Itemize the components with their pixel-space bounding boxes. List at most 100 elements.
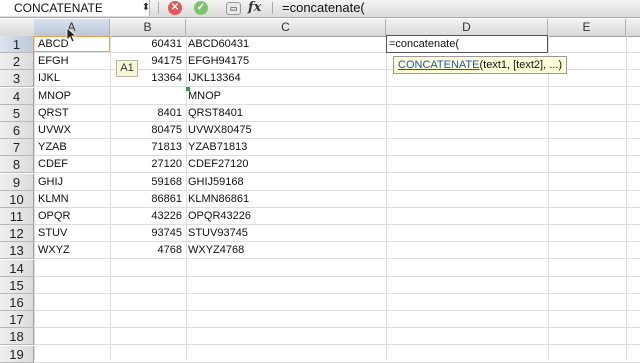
name-box-dropdown-icon[interactable]: ⬍ [140, 0, 152, 16]
row-header[interactable]: 12 [0, 225, 34, 242]
insert-function-icon[interactable]: ▭ [226, 2, 241, 15]
cell-a[interactable]: STUV [38, 225, 108, 242]
cell-a[interactable]: YZAB [38, 139, 108, 156]
cell-b[interactable]: 71813 [112, 139, 182, 156]
mouse-pointer-icon [66, 27, 76, 43]
cell-a[interactable]: OPQR [38, 208, 108, 225]
cell-c[interactable]: ABCD60431 [188, 36, 378, 53]
fx-icon[interactable]: fx [248, 0, 261, 16]
cell-a[interactable]: GHIJ [38, 174, 108, 191]
row-header[interactable]: 14 [0, 260, 34, 277]
gridline-vertical [186, 36, 187, 360]
row-header[interactable]: 15 [0, 277, 34, 294]
cell-c[interactable]: OPQR43226 [188, 208, 378, 225]
cell-b[interactable]: 60431 [112, 36, 182, 53]
cell-a[interactable] [38, 260, 108, 277]
function-name-link[interactable]: CONCATENATE [398, 59, 480, 71]
cell-c[interactable]: QRST8401 [188, 105, 378, 122]
formula-bar-divider [158, 2, 159, 14]
column-header-e[interactable]: E [548, 19, 626, 36]
cell-c[interactable]: EFGH94175 [188, 53, 378, 70]
cell-b[interactable] [112, 294, 182, 311]
cell-c[interactable]: STUV93745 [188, 225, 378, 242]
cell-c[interactable]: WXYZ4768 [188, 242, 378, 259]
cell-c[interactable]: UVWX80475 [188, 122, 378, 139]
editing-cell-d1[interactable]: =concatenate( [386, 35, 548, 53]
cell-b[interactable]: 43226 [112, 208, 182, 225]
name-box[interactable]: CONCATENATE [0, 0, 150, 16]
cell-b[interactable]: 27120 [112, 156, 182, 173]
enter-check-icon[interactable]: ✓ [194, 1, 208, 15]
cell-c[interactable] [188, 277, 378, 294]
cell-a[interactable]: QRST [38, 105, 108, 122]
row-header[interactable]: 10 [0, 191, 34, 208]
formula-bar-divider [272, 2, 273, 14]
gridline-vertical [626, 36, 627, 360]
formula-bar: CONCATENATE ⬍ ✕ ✓ ▭ fx =concatenate( [0, 0, 640, 18]
cell-reference-badge: A1 [116, 60, 138, 77]
column-header-b[interactable]: B [110, 19, 186, 36]
row-header[interactable]: 2 [0, 53, 34, 70]
cell-b[interactable]: 4768 [112, 242, 182, 259]
gridline-vertical [386, 36, 387, 360]
row-header[interactable]: 6 [0, 122, 34, 139]
cell-b[interactable]: 86861 [112, 191, 182, 208]
fill-handle-marker [186, 87, 190, 91]
cell-c[interactable] [188, 346, 378, 363]
formula-input[interactable]: =concatenate( [282, 0, 365, 16]
row-header[interactable]: 1 [0, 36, 34, 53]
cell-b[interactable] [112, 88, 182, 105]
cell-b[interactable] [112, 346, 182, 363]
row-header[interactable]: 17 [0, 311, 34, 328]
cell-c[interactable] [188, 328, 378, 345]
cell-a[interactable]: IJKL [38, 70, 108, 87]
row-header[interactable]: 19 [0, 346, 34, 363]
cell-b[interactable]: 59168 [112, 174, 182, 191]
cell-b[interactable]: 93745 [112, 225, 182, 242]
function-tooltip: CONCATENATE(text1, [text2], ...) [393, 56, 568, 74]
row-header[interactable]: 13 [0, 242, 34, 259]
cell-b[interactable] [112, 311, 182, 328]
cancel-icon[interactable]: ✕ [168, 1, 182, 15]
column-header-d[interactable]: D [386, 19, 548, 36]
cell-b[interactable] [112, 277, 182, 294]
cell-c[interactable] [188, 260, 378, 277]
function-args: (text1, [text2], ...) [479, 59, 563, 71]
cell-c[interactable]: GHIJ59168 [188, 174, 378, 191]
row-header[interactable]: 3 [0, 70, 34, 87]
row-header[interactable]: 9 [0, 174, 34, 191]
cell-c[interactable] [188, 311, 378, 328]
cell-c[interactable]: YZAB71813 [188, 139, 378, 156]
cell-b[interactable] [112, 260, 182, 277]
cell-b[interactable]: 80475 [112, 122, 182, 139]
cell-c[interactable]: CDEF27120 [188, 156, 378, 173]
cell-a[interactable]: EFGH [38, 53, 108, 70]
cell-a[interactable]: KLMN [38, 191, 108, 208]
row-header[interactable]: 8 [0, 156, 34, 173]
row-header[interactable]: 18 [0, 328, 34, 345]
cell-a[interactable]: MNOP [38, 88, 108, 105]
cell-a[interactable] [38, 311, 108, 328]
cell-c[interactable]: MNOP [188, 88, 378, 105]
cell-a[interactable] [38, 277, 108, 294]
cell-c[interactable] [188, 294, 378, 311]
cell-c[interactable]: KLMN86861 [188, 191, 378, 208]
cell-a[interactable] [38, 294, 108, 311]
row-header[interactable]: 7 [0, 139, 34, 156]
cell-b[interactable] [112, 328, 182, 345]
column-header-c[interactable]: C [186, 19, 386, 36]
cell-c[interactable]: IJKL13364 [188, 70, 378, 87]
row-header[interactable]: 4 [0, 88, 34, 105]
cell-a[interactable] [38, 328, 108, 345]
row-header[interactable]: 11 [0, 208, 34, 225]
gridline-vertical [110, 36, 111, 360]
cell-a[interactable]: CDEF [38, 156, 108, 173]
gridline-vertical [548, 36, 549, 360]
row-header[interactable]: 5 [0, 105, 34, 122]
cell-b[interactable]: 8401 [112, 105, 182, 122]
cell-a[interactable]: UVWX [38, 122, 108, 139]
cell-a[interactable]: WXYZ [38, 242, 108, 259]
cell-a[interactable] [38, 346, 108, 363]
select-all-corner[interactable] [0, 19, 35, 36]
row-header[interactable]: 16 [0, 294, 34, 311]
